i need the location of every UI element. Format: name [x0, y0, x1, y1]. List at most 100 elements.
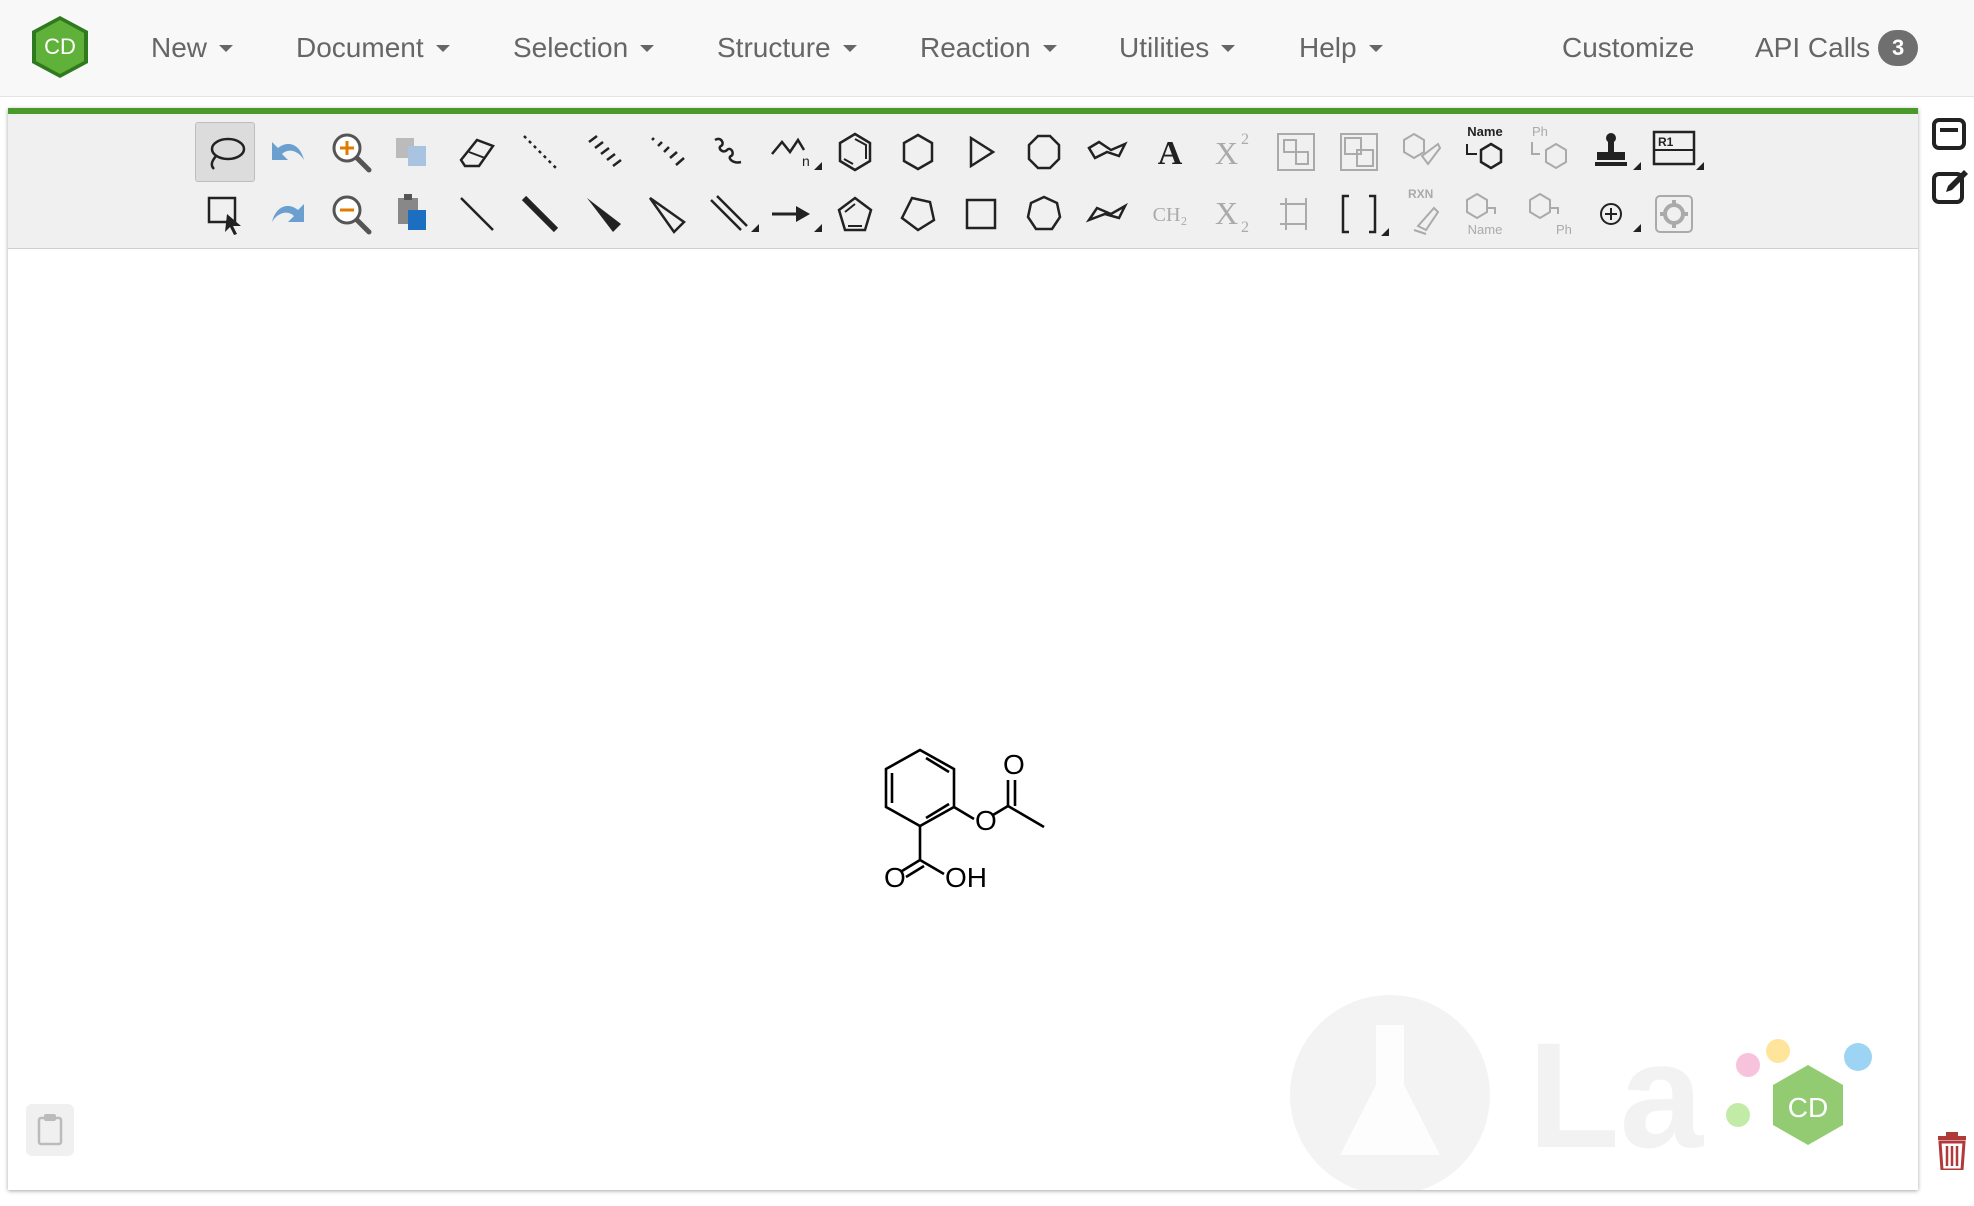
watermark-logo: La CD	[1268, 995, 1918, 1190]
hashed-wedge-bond-tool[interactable]	[636, 122, 696, 182]
caret-down-icon	[1369, 45, 1383, 52]
chemdraw-logo-icon[interactable]: CD	[30, 14, 90, 80]
cycloheptane-tool[interactable]	[1014, 184, 1074, 244]
drawing-canvas[interactable]: La CD	[8, 249, 1918, 1190]
group-tool[interactable]	[1266, 122, 1326, 182]
menu-reaction-label: Reaction	[920, 32, 1031, 64]
trash-icon[interactable]	[1932, 1130, 1972, 1170]
zoom-in-button[interactable]	[321, 122, 381, 182]
ungroup-tool[interactable]	[1329, 122, 1389, 182]
molecule-structure[interactable]: O O O OH	[858, 734, 1088, 914]
clipboard-button[interactable]	[26, 1104, 74, 1156]
paste-button[interactable]	[384, 184, 444, 244]
zoom-out-button[interactable]	[321, 184, 381, 244]
ch2-icon: CH₂	[1140, 184, 1200, 244]
menu-utilities[interactable]: Utilities	[1119, 0, 1235, 96]
wedge-bond-tool[interactable]	[573, 184, 633, 244]
cyclooctane-icon	[1014, 122, 1074, 182]
clean-structure-tool[interactable]	[1392, 122, 1452, 182]
name-to-structure-icon: Name	[1455, 122, 1515, 182]
double-bond-tool[interactable]	[699, 184, 759, 244]
menu-new-label: New	[151, 32, 207, 64]
customize-link[interactable]: Customize	[1562, 0, 1694, 96]
caret-down-icon	[1043, 45, 1057, 52]
bracket-group-icon	[1266, 184, 1326, 244]
structure-ph-icon: Ph	[1518, 184, 1578, 244]
copy-button[interactable]	[384, 122, 444, 182]
name-to-structure-tool[interactable]: Name	[1455, 122, 1515, 182]
group-icon	[1266, 122, 1326, 182]
r-group-tool[interactable]: R1	[1644, 122, 1704, 182]
paste-icon	[384, 184, 444, 244]
cyclopentadiene-tool[interactable]	[825, 184, 885, 244]
chain-tool[interactable]: n	[762, 122, 822, 182]
chair-icon	[1077, 122, 1137, 182]
clean-reaction-tool[interactable]: RXN	[1392, 184, 1452, 244]
hashed-bond-icon	[573, 122, 633, 182]
menu-selection-label: Selection	[513, 32, 628, 64]
ungroup-icon	[1329, 122, 1389, 182]
subscript-tool[interactable]: X2	[1203, 184, 1263, 244]
hollow-wedge-bond-tool[interactable]	[636, 184, 696, 244]
settings-button[interactable]	[1644, 184, 1704, 244]
tool-palette: n A X2 Name	[8, 114, 1918, 249]
ch2-label-tool[interactable]: CH₂	[1140, 184, 1200, 244]
lasso-select-tool[interactable]	[195, 122, 255, 182]
structure-to-name-tool[interactable]: Ph	[1518, 122, 1578, 182]
superscript-label: X	[1215, 135, 1238, 171]
menu-document[interactable]: Document	[296, 0, 450, 96]
cyclopropane-tool[interactable]	[951, 122, 1011, 182]
name-ghost-tool[interactable]: Name	[1455, 184, 1515, 244]
superscript-icon: X2	[1203, 122, 1263, 182]
clean-reaction-icon: RXN	[1392, 184, 1452, 244]
double-bond-icon	[699, 184, 759, 244]
superscript-tool[interactable]: X2	[1203, 122, 1263, 182]
eraser-tool[interactable]	[447, 122, 507, 182]
chair-cyclohexane-tool[interactable]	[1077, 122, 1137, 182]
cyclooctane-tool[interactable]	[1014, 122, 1074, 182]
api-calls-link[interactable]: API Calls 3	[1755, 0, 1918, 96]
wavy-bond-tool[interactable]	[699, 122, 759, 182]
single-bond-tool[interactable]	[447, 184, 507, 244]
cyclopentane-tool[interactable]	[888, 184, 948, 244]
menu-help[interactable]: Help	[1299, 0, 1383, 96]
bracket-tool[interactable]	[1329, 184, 1389, 244]
caret-down-icon	[1221, 45, 1235, 52]
dashed-bond-tool[interactable]	[510, 122, 570, 182]
chair-boat-tool[interactable]	[1077, 184, 1137, 244]
caret-down-icon	[436, 45, 450, 52]
cyclopropane-icon	[951, 122, 1011, 182]
stamp-tool[interactable]	[1581, 122, 1641, 182]
structure-name-icon: Name	[1455, 184, 1515, 244]
arrow-tool[interactable]	[762, 184, 822, 244]
menu-structure[interactable]: Structure	[717, 0, 857, 96]
ph-ghost-tool[interactable]: Ph	[1518, 184, 1578, 244]
cyclobutane-icon	[951, 184, 1011, 244]
gear-icon	[1644, 184, 1704, 244]
wavy-bond-icon	[699, 122, 759, 182]
text-tool[interactable]: A	[1140, 122, 1200, 182]
text-tool-label: A	[1158, 135, 1183, 172]
undo-icon	[258, 122, 318, 182]
panel-toggle-icon[interactable]	[1930, 114, 1970, 154]
cyclohexane-icon	[888, 122, 948, 182]
top-navbar: CD New Document Selection Structure Reac…	[0, 0, 1974, 97]
menu-new[interactable]: New	[151, 0, 233, 96]
cyclohexane-tool[interactable]	[888, 122, 948, 182]
chair-boat-icon	[1077, 184, 1137, 244]
edit-icon[interactable]	[1930, 166, 1970, 206]
bracket-group-tool[interactable]	[1266, 184, 1326, 244]
hashed-wedge-icon	[636, 122, 696, 182]
undo-button[interactable]	[258, 122, 318, 182]
watermark-text: La	[1528, 1011, 1705, 1179]
redo-button[interactable]	[258, 184, 318, 244]
bold-bond-tool[interactable]	[510, 184, 570, 244]
caret-down-icon	[843, 45, 857, 52]
cyclobutane-tool[interactable]	[951, 184, 1011, 244]
menu-selection[interactable]: Selection	[513, 0, 654, 96]
menu-reaction[interactable]: Reaction	[920, 0, 1057, 96]
charge-plus-tool[interactable]	[1581, 184, 1641, 244]
marquee-select-tool[interactable]	[195, 184, 255, 244]
benzene-tool[interactable]	[825, 122, 885, 182]
hashed-bond-tool[interactable]	[573, 122, 633, 182]
